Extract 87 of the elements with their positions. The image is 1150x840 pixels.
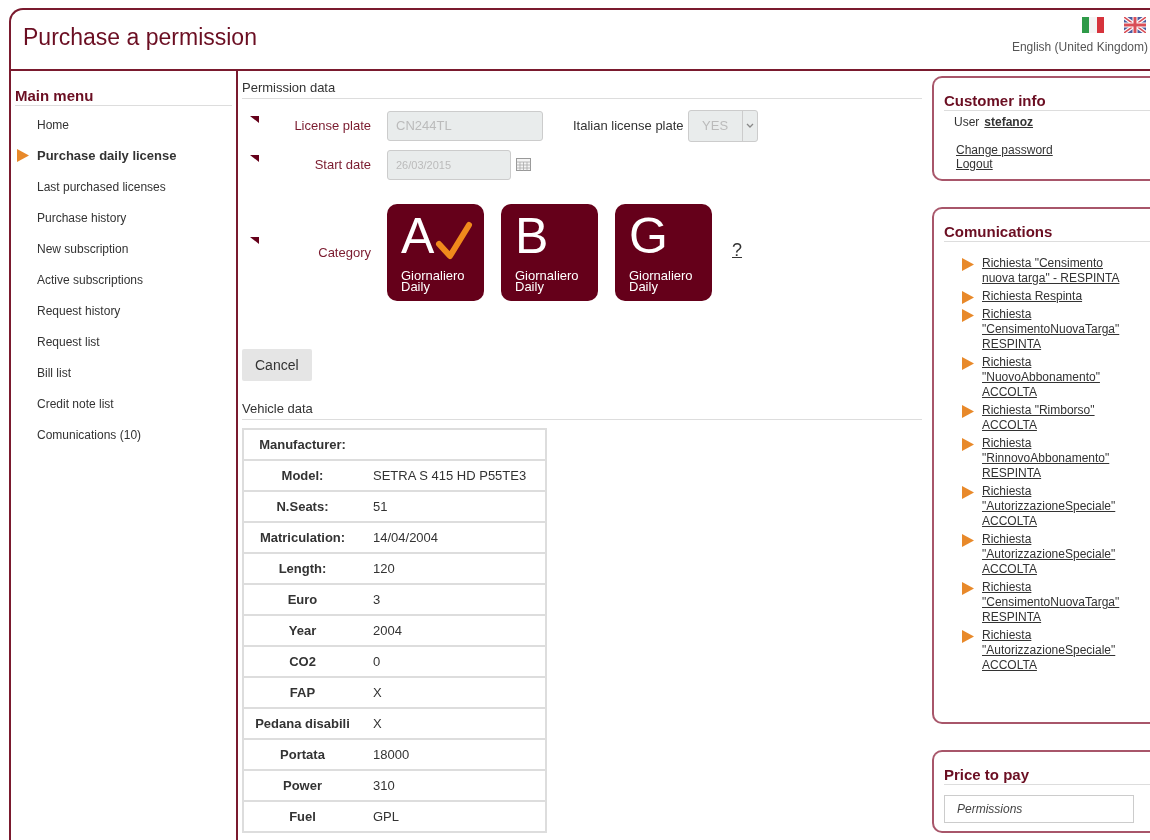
triangle-icon — [962, 291, 974, 304]
category-tile[interactable]: B Giornaliero Daily — [501, 204, 598, 301]
triangle-icon — [962, 630, 974, 643]
username-link[interactable]: stefanoz — [984, 115, 1034, 129]
menu-item[interactable]: Purchase history — [37, 208, 127, 227]
field-label: License plate — [293, 118, 371, 133]
flag-icon[interactable] — [1124, 17, 1146, 33]
section-title: Vehicle data — [242, 401, 922, 420]
permissions-label: Permissions — [944, 795, 1134, 823]
table-cell: CO2 — [243, 646, 361, 677]
table-cell: Year — [243, 615, 361, 646]
table-cell: X — [361, 677, 546, 708]
table-cell: 120 — [361, 553, 546, 584]
table-cell: GPL — [361, 801, 546, 832]
account-link[interactable]: Logout — [956, 157, 993, 171]
message-link[interactable]: Richiesta Respinta — [982, 289, 1130, 307]
triangle-icon — [962, 486, 974, 499]
menu-item[interactable]: Home — [37, 115, 69, 134]
menu-item[interactable]: Credit note list — [37, 394, 114, 413]
table-cell: X — [361, 708, 546, 739]
table-cell: Euro — [243, 584, 361, 615]
category-tile[interactable]: A Giornaliero Daily — [387, 204, 484, 301]
table-cell: N.Seats: — [243, 491, 361, 522]
menu-item[interactable]: Last purchased licenses — [37, 177, 166, 196]
table-cell: Power — [243, 770, 361, 801]
table-cell: Portata — [243, 739, 361, 770]
table-cell: 3 — [361, 584, 546, 615]
message-link[interactable]: Richiesta "AutorizzazioneSpeciale" ACCOLTA — [982, 532, 1130, 580]
message-link[interactable]: Richiesta "NuovoAbbonamento" ACCOLTA — [982, 355, 1130, 403]
table-cell: 18000 — [361, 739, 546, 770]
table-cell: 51 — [361, 491, 546, 522]
required-marker-icon — [250, 237, 259, 244]
triangle-icon — [962, 438, 974, 451]
menu-item[interactable]: Purchase daily license — [37, 146, 177, 165]
field-label: Start date — [313, 157, 371, 172]
triangle-icon — [962, 405, 974, 418]
required-marker-icon — [250, 116, 259, 123]
table-cell: 2004 — [361, 615, 546, 646]
triangle-icon — [962, 258, 974, 271]
table-cell: Manufacturer: — [243, 429, 361, 460]
message-link[interactable]: Richiesta "Rimborso" ACCOLTA — [982, 403, 1130, 436]
message-link[interactable]: Richiesta "AutorizzazioneSpeciale" ACCOLTA — [982, 628, 1130, 676]
panel-title: Price to pay — [944, 766, 1150, 785]
table-cell: 0 — [361, 646, 546, 677]
table-cell: Matriculation: — [243, 522, 361, 553]
cancel-button[interactable]: Cancel — [242, 349, 312, 381]
menu-item[interactable]: Active subscriptions — [37, 270, 144, 289]
triangle-icon — [962, 582, 974, 595]
calendar-icon[interactable] — [516, 158, 531, 171]
table-cell: Fuel — [243, 801, 361, 832]
table-cell: Length: — [243, 553, 361, 584]
panel-title: Customer info — [944, 92, 1150, 111]
table-cell: Pedana disabili — [243, 708, 361, 739]
message-link[interactable]: Richiesta "AutorizzazioneSpeciale" ACCOLTA — [982, 484, 1130, 532]
checkmark-icon — [435, 220, 473, 262]
section-title: Permission data — [242, 80, 922, 99]
menu-item[interactable]: New subscription — [37, 239, 129, 258]
menu-item[interactable]: Request history — [37, 301, 121, 320]
message-link[interactable]: Richiesta "Censimento nuova targa" - RESPINTA — [982, 256, 1130, 289]
table-cell: 14/04/2004 — [361, 522, 546, 553]
category-tile[interactable]: G Giornaliero Daily — [615, 204, 712, 301]
menu-item[interactable]: Bill list — [37, 363, 71, 382]
menu-title: Main menu — [15, 87, 232, 106]
triangle-icon — [962, 309, 974, 322]
triangle-icon — [962, 534, 974, 547]
user-label: User — [954, 115, 980, 129]
page-title: Purchase a permission — [22, 23, 257, 52]
message-link[interactable]: Richiesta "CensimentoNuovaTarga" RESPINTA — [982, 580, 1130, 628]
table-cell: SETRA S 415 HD P55TE3 — [361, 460, 546, 491]
help-link[interactable]: ? — [732, 240, 742, 261]
message-link[interactable]: Richiesta "CensimentoNuovaTarga" RESPINTA — [982, 307, 1130, 355]
triangle-icon — [962, 357, 974, 370]
menu-item[interactable]: Request list — [37, 332, 100, 351]
flag-icon[interactable] — [1082, 17, 1104, 33]
triangle-icon — [17, 149, 29, 162]
account-link[interactable]: Change password — [956, 143, 1053, 157]
message-link[interactable]: Richiesta "RinnovoAbbonamento" RESPINTA — [982, 436, 1130, 484]
menu-item[interactable]: Comunications (10) — [37, 425, 142, 444]
table-cell: 310 — [361, 770, 546, 801]
language-label: English (United Kingdom) — [1011, 40, 1148, 54]
table-cell: Model: — [243, 460, 361, 491]
caret-icon — [745, 123, 754, 128]
required-marker-icon — [250, 155, 259, 162]
field-label: Italian license plate — [573, 118, 684, 133]
field-label: Category — [317, 245, 371, 260]
table-cell: FAP — [243, 677, 361, 708]
panel-title: Comunications — [944, 223, 1150, 242]
